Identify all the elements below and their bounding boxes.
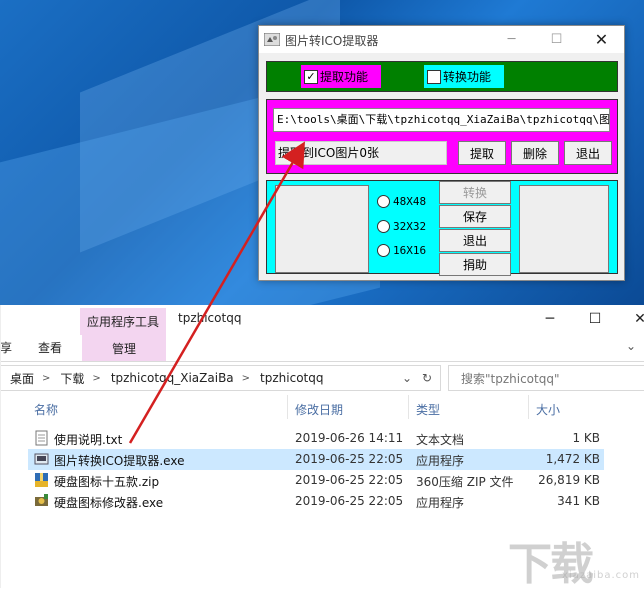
annotation-arrow	[128, 141, 306, 444]
watermark-logo: 下载 xiazaiba.com	[508, 539, 640, 590]
